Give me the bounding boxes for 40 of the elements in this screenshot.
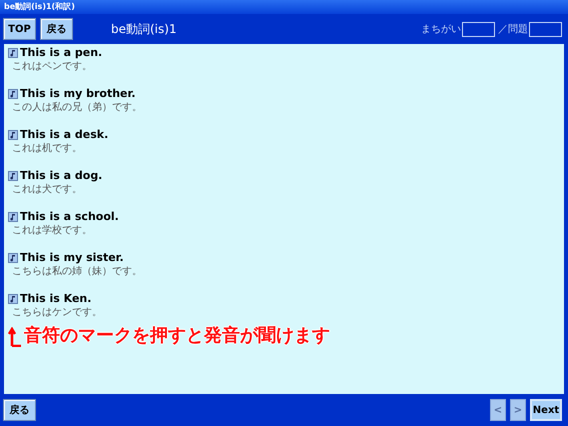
play-sound-button[interactable] bbox=[8, 253, 18, 263]
japanese-translation: これは机です。 bbox=[12, 142, 83, 156]
play-sound-button[interactable] bbox=[8, 130, 18, 140]
page-title: be動詞(is)1 bbox=[111, 21, 177, 38]
music-note-icon bbox=[10, 50, 16, 56]
english-sentence: This is a desk. bbox=[20, 128, 108, 142]
mistakes-label: まちがい bbox=[421, 22, 461, 36]
japanese-translation: これは犬です。 bbox=[12, 183, 83, 197]
play-sound-button[interactable] bbox=[8, 171, 18, 181]
music-note-icon bbox=[10, 296, 16, 302]
back-button[interactable]: 戻る bbox=[40, 18, 73, 40]
play-sound-button[interactable] bbox=[8, 48, 18, 58]
japanese-translation: これはペンです。 bbox=[12, 60, 93, 74]
music-note-icon bbox=[10, 254, 16, 262]
up-arrow-icon bbox=[8, 327, 22, 347]
problems-field bbox=[529, 22, 562, 36]
japanese-translation: この人は私の兄（弟）です。 bbox=[12, 101, 143, 115]
window-title: be動詞(is)1(和訳) bbox=[4, 1, 75, 13]
music-note-icon bbox=[10, 90, 16, 98]
mistakes-field bbox=[462, 22, 495, 36]
english-sentence: This is a school. bbox=[20, 210, 119, 224]
japanese-translation: これは学校です。 bbox=[12, 224, 93, 238]
japanese-translation: こちらはケンです。 bbox=[12, 306, 103, 320]
next-button[interactable]: Next bbox=[530, 399, 562, 421]
play-sound-button[interactable] bbox=[8, 212, 18, 222]
back-button[interactable]: 戻る bbox=[3, 399, 36, 421]
japanese-translation: こちらは私の姉（妹）です。 bbox=[12, 265, 143, 279]
english-sentence: This is my sister. bbox=[20, 251, 124, 265]
english-sentence: This is Ken. bbox=[20, 292, 92, 306]
music-note-icon bbox=[10, 214, 16, 220]
problems-label: ／問題 bbox=[498, 22, 528, 36]
hint-text: 音符のマークを押すと発音が聞けます bbox=[24, 325, 330, 347]
play-sound-button[interactable] bbox=[8, 294, 18, 304]
music-note-icon bbox=[10, 172, 16, 180]
play-sound-button[interactable] bbox=[8, 89, 18, 99]
english-sentence: This is a dog. bbox=[20, 169, 102, 183]
english-sentence: This is my brother. bbox=[20, 87, 136, 101]
top-button[interactable]: TOP bbox=[3, 18, 36, 40]
english-sentence: This is a pen. bbox=[20, 46, 102, 60]
music-note-icon bbox=[10, 132, 16, 138]
